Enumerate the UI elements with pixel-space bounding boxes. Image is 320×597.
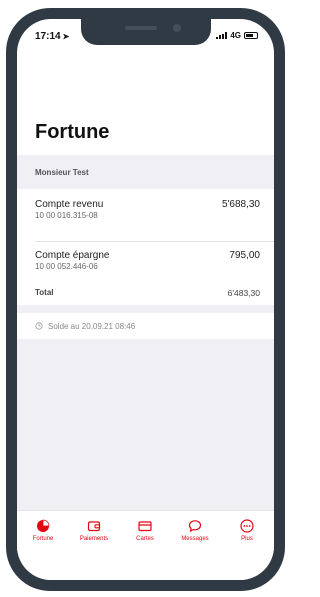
tab-fortune[interactable]: Fortune [17, 519, 69, 542]
account-name: Compte revenu [35, 199, 104, 210]
credit-card-icon [138, 521, 152, 532]
total-amount: 6'483,30 [227, 288, 260, 298]
account-amount: 795,00 [229, 250, 260, 261]
balance-timestamp: Solde au 20.09.21 08:46 [48, 322, 136, 331]
accounts-card: Compte revenu 10 00 016.315-08 5'688,30 … [17, 189, 274, 305]
tab-label: Paiements [79, 536, 109, 542]
battery-icon [244, 32, 258, 39]
owner-name: Monsieur Test [35, 168, 89, 177]
total-label: Total [35, 288, 54, 297]
tab-messages[interactable]: Messages [169, 519, 221, 542]
speaker-grille [125, 26, 157, 30]
pie-chart-icon [37, 519, 50, 532]
account-row-revenu[interactable]: Compte revenu 10 00 016.315-08 5'688,30 [35, 199, 260, 225]
status-time: 17:14 ➤ [35, 31, 69, 42]
page-title: Fortune [35, 121, 110, 143]
location-arrow-icon: ➤ [62, 32, 70, 41]
tab-cartes[interactable]: Cartes [119, 519, 171, 542]
tab-plus[interactable]: Plus [221, 519, 273, 542]
account-row-epargne[interactable]: Compte épargne 10 00 052.446-06 795,00 [35, 250, 260, 276]
account-amount: 5'688,30 [221, 199, 260, 210]
camera-icon [173, 24, 181, 32]
account-number: 10 00 052.446-06 [35, 262, 98, 271]
notch [81, 19, 211, 45]
phone-screen: 17:14 ➤ 4G Fortune Monsieur Test Compte r… [17, 19, 274, 580]
tab-label: Fortune [32, 536, 54, 542]
chat-bubble-icon [188, 520, 202, 533]
balance-info: Solde au 20.09.21 08:46 [17, 313, 274, 339]
tab-bar: Fortune Paiements Cartes Messages Plus [17, 510, 274, 580]
network-label: 4G [230, 31, 241, 40]
clock-icon [35, 322, 43, 330]
tab-label: Cartes [136, 536, 154, 542]
content-area: Monsieur Test Compte revenu 10 00 016.31… [17, 155, 274, 510]
more-icon [240, 519, 254, 533]
owner-header: Monsieur Test [17, 155, 274, 189]
account-divider [35, 241, 274, 242]
account-number: 10 00 016.315-08 [35, 211, 98, 220]
status-indicators: 4G [216, 31, 258, 40]
phone-frame: 17:14 ➤ 4G Fortune Monsieur Test Compte r… [6, 8, 285, 591]
status-time-text: 17:14 [35, 31, 61, 42]
signal-icon [216, 32, 228, 39]
account-name: Compte épargne [35, 250, 110, 261]
tab-paiements[interactable]: Paiements [68, 519, 120, 542]
tab-label: Plus [241, 536, 253, 542]
wallet-icon [87, 521, 101, 532]
tab-label: Messages [181, 536, 209, 542]
